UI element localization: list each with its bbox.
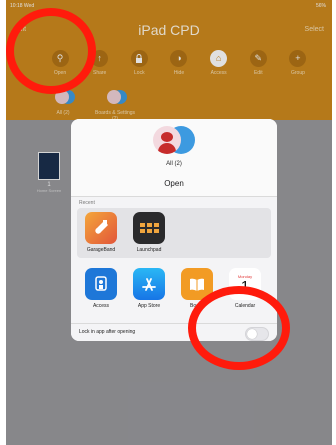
folder-avatar-icon <box>151 126 197 158</box>
app-books[interactable]: Books <box>177 268 217 309</box>
calendar-date: 1 <box>240 278 250 295</box>
ipad-screen: 10:18 Wed 56% Edit iPad CPD Select ⚲ Ope… <box>6 0 332 445</box>
app-calendar[interactable]: Monday 1 Calendar <box>225 268 265 309</box>
launchpad-icon <box>133 212 165 244</box>
sheet-header: All (2) Open <box>71 119 277 196</box>
app-access[interactable]: Access <box>81 268 121 309</box>
app-store-icon <box>133 268 165 300</box>
calendar-icon: Monday 1 <box>229 268 261 300</box>
lock-in-app-toggle[interactable] <box>245 327 269 341</box>
guitar-icon <box>85 212 117 244</box>
app-launchpad[interactable]: Launchpad <box>129 212 169 253</box>
app-app-store[interactable]: App Store <box>129 268 169 309</box>
open-sheet: All (2) Open Recent GarageBand Launchpad <box>71 119 277 341</box>
books-icon <box>181 268 213 300</box>
divider <box>71 196 277 197</box>
recent-apps: GarageBand Launchpad <box>77 208 271 258</box>
app-label: Access <box>92 303 110 309</box>
lock-in-app-label: Lock in app after opening <box>79 329 136 335</box>
app-label: App Store <box>137 303 161 309</box>
app-label: GarageBand <box>86 247 116 253</box>
lock-in-app-row: Lock in app after opening <box>71 323 277 341</box>
sheet-folder-name: All (2) <box>166 161 182 167</box>
app-label: Books <box>190 303 204 309</box>
app-garageband[interactable]: GarageBand <box>81 212 121 253</box>
toggle-knob <box>247 329 257 339</box>
app-label: Launchpad <box>136 247 162 253</box>
app-label: Calendar <box>234 303 256 309</box>
sheet-title: Open <box>164 179 184 188</box>
recent-label: Recent <box>79 200 95 206</box>
access-app-icon <box>85 268 117 300</box>
